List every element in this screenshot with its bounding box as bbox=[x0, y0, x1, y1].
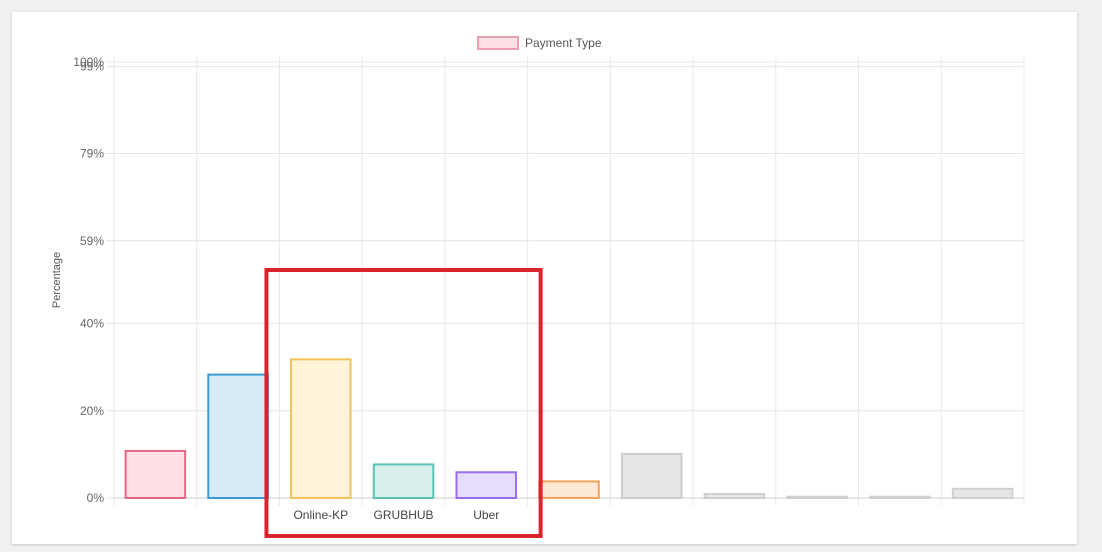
y-tick-label: 100% bbox=[73, 55, 104, 69]
y-tick-label: 59% bbox=[80, 234, 104, 248]
y-tick-label: 20% bbox=[80, 404, 104, 418]
bar[interactable] bbox=[538, 480, 600, 500]
y-tick-label: 40% bbox=[80, 317, 104, 331]
x-axis-labels: Online-KP GRUBHUB Uber bbox=[293, 508, 499, 522]
y-axis-title: Percentage bbox=[51, 252, 63, 308]
y-tick-label: 0% bbox=[87, 491, 105, 505]
bar-chart: 0%20%40%59%79%99%100% Online-KP GRUBHUB Ub… bbox=[51, 36, 1025, 538]
legend-swatch bbox=[477, 36, 519, 50]
bars bbox=[124, 358, 1014, 500]
y-tick-label: 79% bbox=[80, 147, 104, 161]
bar[interactable] bbox=[869, 495, 931, 499]
bar[interactable] bbox=[124, 449, 187, 499]
bar[interactable] bbox=[455, 471, 518, 499]
bar[interactable] bbox=[786, 495, 848, 499]
bar[interactable] bbox=[290, 358, 352, 499]
legend-label: Payment Type bbox=[525, 36, 602, 50]
x-tick-label: Uber bbox=[473, 508, 499, 522]
bar[interactable] bbox=[372, 463, 435, 500]
bar[interactable] bbox=[207, 373, 269, 499]
bar[interactable] bbox=[951, 487, 1014, 499]
x-tick-label: GRUBHUB bbox=[374, 508, 434, 522]
bar[interactable] bbox=[703, 493, 766, 499]
y-axis-ticks: 0%20%40%59%79%99%100% bbox=[73, 55, 104, 505]
x-tick-label: Online-KP bbox=[293, 508, 348, 522]
legend[interactable]: Payment Type bbox=[477, 36, 602, 50]
bar[interactable] bbox=[620, 452, 683, 499]
chart-card: 0% 20% 40% 59% 79% 99% 100% Online-KP GRUBHUB Ub… bbox=[12, 12, 1077, 544]
